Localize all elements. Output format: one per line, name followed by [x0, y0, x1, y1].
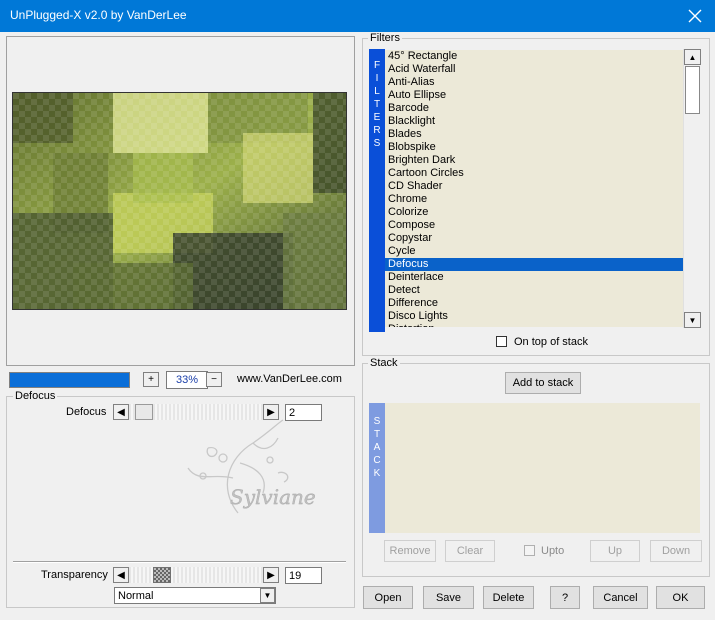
blend-mode-select[interactable]: Normal ▼ — [114, 587, 276, 604]
remove-button[interactable]: Remove — [384, 540, 436, 562]
clear-button[interactable]: Clear — [445, 540, 495, 562]
filter-list-item[interactable]: Anti-Alias — [385, 76, 683, 89]
save-button[interactable]: Save — [423, 586, 474, 609]
filter-list[interactable]: 45° Rectangle Acid Waterfall Anti-Alias Aut… — [385, 50, 683, 327]
filter-list-item[interactable]: Distortion — [385, 323, 683, 327]
chevron-down-icon[interactable]: ▼ — [260, 588, 275, 603]
blend-mode-value: Normal — [118, 590, 154, 602]
filter-list-item[interactable]: Copystar — [385, 232, 683, 245]
progress-fill — [10, 373, 129, 387]
up-button[interactable]: Up — [590, 540, 640, 562]
filter-list-item[interactable]: Barcode — [385, 102, 683, 115]
stack-vertical-tab: S T A C K — [369, 403, 385, 533]
open-button[interactable]: Open — [363, 586, 413, 609]
defocus-label: Defocus — [66, 406, 107, 418]
filter-list-item[interactable]: Compose — [385, 219, 683, 232]
window-title: UnPlugged-X v2.0 by VanDerLee — [10, 8, 187, 22]
parameter-group-label: Defocus — [13, 390, 58, 402]
filters-group-label: Filters — [368, 32, 402, 44]
down-button[interactable]: Down — [650, 540, 702, 562]
filter-list-item[interactable]: 45° Rectangle — [385, 50, 683, 63]
scroll-up-icon[interactable]: ▲ — [684, 49, 701, 65]
transparency-slider-thumb[interactable] — [153, 567, 171, 583]
preview-image — [12, 92, 347, 310]
filters-vertical-tab: F I L T E R S — [369, 49, 385, 332]
zoom-level[interactable]: 33% — [166, 371, 208, 389]
filter-list-item[interactable]: Detect — [385, 284, 683, 297]
help-button[interactable]: ? — [550, 586, 580, 609]
upto-checkbox[interactable] — [524, 545, 535, 556]
filter-list-item[interactable]: Colorize — [385, 206, 683, 219]
filter-list-item[interactable]: Defocus — [385, 258, 683, 271]
zoom-out-button[interactable]: − — [206, 372, 222, 387]
add-to-stack-button[interactable]: Add to stack — [505, 372, 581, 394]
close-icon[interactable] — [683, 4, 707, 28]
transparency-right-arrow-icon[interactable]: ▶ — [263, 567, 279, 583]
scroll-down-icon[interactable]: ▼ — [684, 312, 701, 328]
filter-list-scrollbar[interactable]: ▲ ▼ — [683, 49, 701, 328]
defocus-left-arrow-icon[interactable]: ◀ — [113, 404, 129, 420]
scrollbar-thumb[interactable] — [685, 66, 700, 114]
delete-button[interactable]: Delete — [483, 586, 534, 609]
zoom-in-button[interactable]: + — [143, 372, 159, 387]
website-link[interactable]: www.VanDerLee.com — [237, 373, 342, 385]
cancel-button[interactable]: Cancel — [593, 586, 648, 609]
stack-list[interactable] — [385, 403, 700, 533]
transparency-left-arrow-icon[interactable]: ◀ — [113, 567, 129, 583]
transparency-label: Transparency — [41, 569, 108, 581]
filter-list-item[interactable]: Chrome — [385, 193, 683, 206]
filter-list-item[interactable]: Blacklight — [385, 115, 683, 128]
watermark-logo: Sylviane — [178, 418, 328, 528]
stack-group-label: Stack — [368, 357, 400, 369]
filter-list-item[interactable]: Auto Ellipse — [385, 89, 683, 102]
progress-bar — [9, 372, 130, 388]
filter-list-item[interactable]: Blades — [385, 128, 683, 141]
filter-list-item[interactable]: Difference — [385, 297, 683, 310]
title-bar[interactable]: UnPlugged-X v2.0 by VanDerLee — [0, 0, 715, 32]
filter-list-item[interactable]: CD Shader — [385, 180, 683, 193]
on-top-label: On top of stack — [514, 336, 588, 348]
filter-list-item[interactable]: Acid Waterfall — [385, 63, 683, 76]
ok-button[interactable]: OK — [656, 586, 705, 609]
transparency-slider[interactable]: ◀ ▶ — [113, 567, 279, 583]
filter-list-item[interactable]: Cycle — [385, 245, 683, 258]
filter-list-item[interactable]: Cartoon Circles — [385, 167, 683, 180]
filter-list-item[interactable]: Blobspike — [385, 141, 683, 154]
filter-list-item[interactable]: Brighten Dark — [385, 154, 683, 167]
on-top-checkbox[interactable] — [496, 336, 507, 347]
upto-label: Upto — [541, 545, 565, 557]
defocus-slider-thumb[interactable] — [135, 404, 153, 420]
filter-list-item[interactable]: Deinterlace — [385, 271, 683, 284]
watermark-signature: Sylviane — [230, 485, 316, 509]
filter-list-item[interactable]: Disco Lights — [385, 310, 683, 323]
separator — [13, 561, 346, 563]
transparency-value-field[interactable] — [285, 567, 322, 584]
